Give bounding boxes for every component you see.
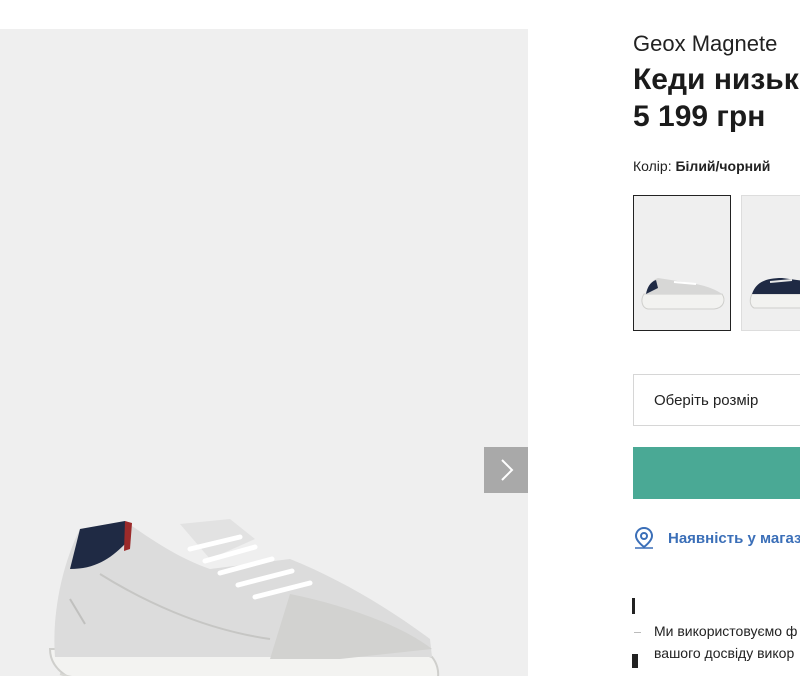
cookie-partial-text-mark — [632, 654, 638, 668]
swatch-image — [641, 278, 725, 310]
product-image — [48, 519, 440, 676]
cookie-notice: Ми використовуємо ф вашого досвіду викор — [632, 596, 800, 676]
product-gallery — [0, 29, 528, 676]
chevron-right-icon — [500, 459, 513, 481]
store-availability-link[interactable]: Наявність у магази — [633, 526, 800, 550]
map-pin-icon — [634, 526, 654, 549]
cookie-partial-text-mark — [632, 598, 635, 614]
color-swatch-white-black[interactable] — [633, 195, 731, 331]
cookie-text: Ми використовуємо ф вашого досвіду викор — [654, 620, 797, 664]
color-label: Колір: — [633, 158, 672, 174]
cookie-text-line: Ми використовуємо ф — [654, 623, 798, 639]
color-swatch-navy[interactable] — [741, 195, 800, 331]
product-title: Кеди низькі — [633, 63, 800, 96]
cookie-text-line: вашого досвіду викор — [654, 645, 795, 661]
color-value: Білий/чорний — [675, 158, 771, 174]
divider — [634, 632, 641, 633]
store-availability-label: Наявність у магази — [668, 529, 800, 547]
swatch-image — [749, 278, 800, 309]
product-brand[interactable]: Geox Magnete — [633, 31, 777, 57]
size-select[interactable]: Оберіть розмір — [633, 374, 800, 426]
add-to-cart-button[interactable] — [633, 447, 800, 499]
gallery-next-button[interactable] — [484, 447, 528, 493]
product-price: 5 199 грн — [633, 100, 766, 133]
color-row: Колір: Білий/чорний — [633, 158, 770, 174]
